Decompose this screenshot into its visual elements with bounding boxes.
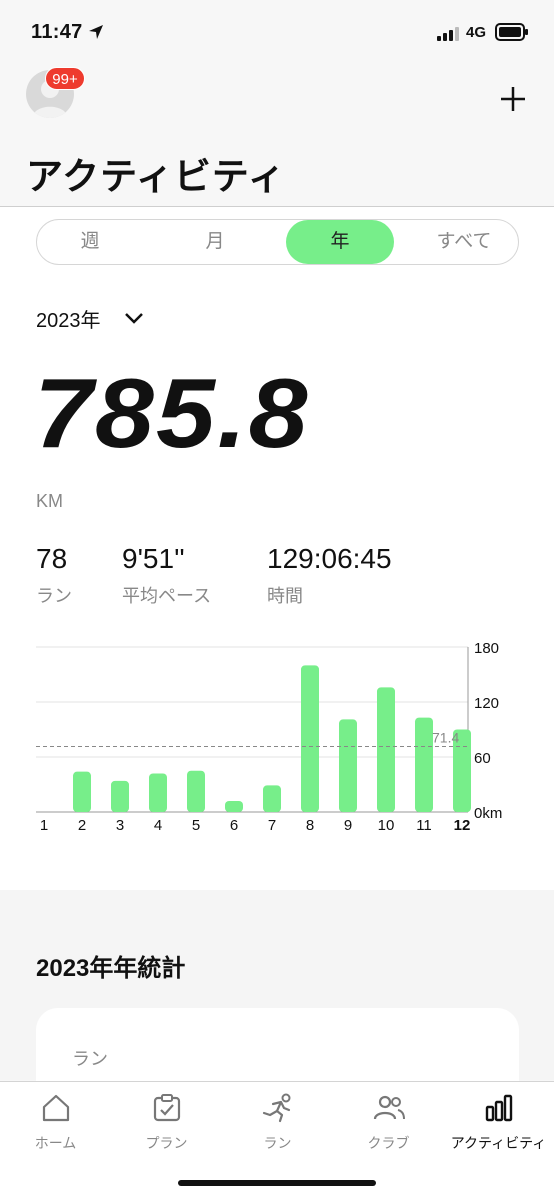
network-label: 4G <box>466 24 487 41</box>
chart-bar <box>415 717 433 812</box>
annual-stats-title: 2023年年統計 <box>36 955 186 982</box>
chart-bar <box>301 665 319 812</box>
notification-badge[interactable]: 99+ <box>45 67 85 90</box>
page-title: アクティビティ <box>26 156 286 197</box>
home-icon <box>42 1094 69 1122</box>
x-tick-label: 4 <box>154 817 162 834</box>
x-tick-label: 1 <box>40 817 48 834</box>
average-label: 71.4 <box>432 730 459 746</box>
tab-home[interactable]: ホーム <box>0 1081 111 1161</box>
period-segmented-control: 週 月 年 すべて <box>36 219 519 265</box>
chevron-down-icon[interactable] <box>124 311 144 325</box>
tab-run-label: ラン <box>263 1135 292 1151</box>
y-tick-label: 120 <box>474 695 499 712</box>
signal-icon <box>437 27 459 41</box>
chart-bar <box>149 773 167 812</box>
x-tick-label: 6 <box>230 817 238 834</box>
total-time-label: 時間 <box>267 586 303 606</box>
battery-icon <box>495 23 528 41</box>
y-tick-label: 0km <box>474 805 502 822</box>
distance-unit: KM <box>36 491 63 511</box>
x-tick-label: 12 <box>454 817 471 834</box>
tab-run[interactable]: ラン <box>222 1081 333 1161</box>
year-selector[interactable]: 2023年 <box>36 304 101 333</box>
x-tick-label: 7 <box>268 817 276 834</box>
club-icon <box>373 1095 405 1120</box>
status-bar: 11:47 4G <box>0 0 554 62</box>
chart-bar <box>111 780 129 812</box>
y-tick-label: 60 <box>474 750 491 767</box>
run-icon <box>262 1093 290 1123</box>
x-tick-label: 5 <box>192 817 200 834</box>
runs-label: ラン <box>36 586 72 606</box>
add-icon[interactable] <box>497 83 529 115</box>
x-tick-label: 9 <box>344 817 352 834</box>
tab-club-label: クラブ <box>367 1135 410 1151</box>
chart-bar <box>263 785 281 812</box>
y-tick-label: 180 <box>474 640 499 657</box>
tab-plan-label: プラン <box>145 1135 188 1151</box>
tab-home-label: ホーム <box>34 1135 77 1151</box>
chart-bar <box>225 801 243 812</box>
annual-stats-card-label: ラン <box>72 1049 108 1069</box>
chart-bar <box>187 770 205 812</box>
x-tick-label: 10 <box>378 817 395 834</box>
plan-icon <box>153 1094 180 1122</box>
activity-icon <box>485 1094 512 1122</box>
tab-club[interactable]: クラブ <box>333 1081 444 1161</box>
chart-bar <box>73 771 91 812</box>
chart-bar <box>339 719 357 812</box>
tab-activity[interactable]: アクティビティ <box>443 1081 554 1161</box>
tab-all[interactable]: すべて <box>409 220 519 264</box>
x-tick-label: 2 <box>78 817 86 834</box>
total-time: 129:06:45 <box>267 543 392 574</box>
average-pace-label: 平均ペース <box>122 586 212 606</box>
x-tick-label: 8 <box>306 817 314 834</box>
tab-month[interactable]: 月 <box>157 220 273 264</box>
chart-bar <box>377 687 395 812</box>
x-tick-label: 11 <box>416 817 432 834</box>
tab-week[interactable]: 週 <box>37 220 143 264</box>
tab-year[interactable]: 年 <box>286 220 394 264</box>
average-pace: 9'51'' <box>122 543 185 574</box>
total-distance: 785.8 <box>34 358 310 468</box>
tab-activity-label: アクティビティ <box>450 1135 547 1151</box>
runs-count: 78 <box>36 543 68 574</box>
status-time: 11:47 <box>31 21 83 43</box>
home-indicator <box>178 1180 376 1186</box>
location-arrow-icon <box>89 25 103 39</box>
tab-plan[interactable]: プラン <box>111 1081 222 1161</box>
x-tick-label: 3 <box>116 817 124 834</box>
monthly-distance-chart: 0km601201801 2 3 4 5 6 7 8 9 10 11 1271.4 <box>36 640 502 834</box>
